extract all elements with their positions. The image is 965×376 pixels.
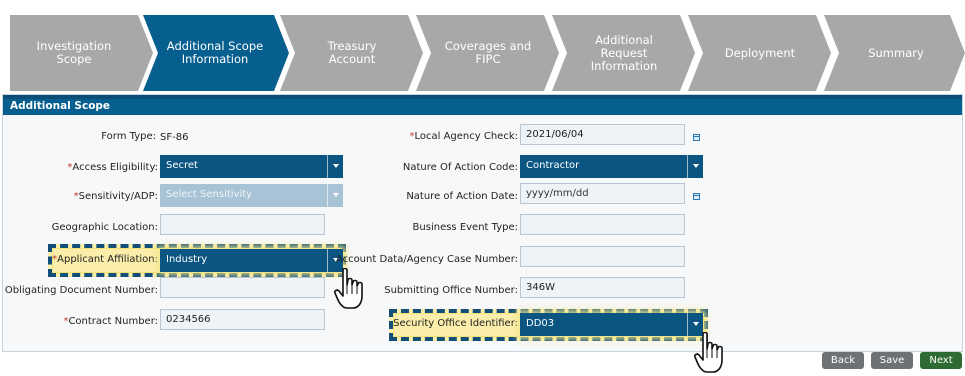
step-deployment[interactable]: Deployment: [688, 15, 831, 91]
form-type-value: SF-86: [160, 132, 189, 143]
chevron-down-icon: [327, 184, 343, 207]
step-label: Additional Request Information: [590, 32, 658, 73]
calendar-icon[interactable]: [693, 134, 700, 141]
applicant-affiliation-label: *Applicant Affiliation:: [52, 254, 158, 265]
back-button[interactable]: Back: [822, 352, 864, 369]
step-label: Coverages and FIPC: [444, 39, 532, 66]
wizard-steps: Investigation Scope Additional Scope Inf…: [10, 15, 965, 91]
step-investigation-scope[interactable]: Investigation Scope: [10, 15, 153, 91]
step-additional-request-information[interactable]: Additional Request Information: [552, 15, 695, 91]
pointing-hand-icon: [694, 332, 723, 373]
pointing-hand-icon: [334, 268, 363, 309]
calendar-icon[interactable]: [693, 193, 700, 200]
access-eligibility-label: *Access Eligibility:: [67, 162, 158, 173]
submitting-office-input[interactable]: 346W: [520, 277, 685, 298]
step-label: Deployment: [724, 45, 796, 60]
sensitivity-select[interactable]: Select Sensitivity: [160, 184, 343, 207]
geographic-location-input[interactable]: [160, 214, 325, 235]
next-button[interactable]: Next: [920, 352, 962, 369]
step-additional-scope-information[interactable]: Additional Scope Information: [143, 15, 289, 91]
account-data-label: Account Data/Agency Case Number:: [335, 254, 518, 265]
step-label: Investigation Scope: [36, 39, 112, 66]
step-label: Additional Scope Information: [166, 39, 264, 66]
form-type-label: Form Type:: [101, 131, 156, 142]
local-agency-check-label: *Local Agency Check:: [409, 131, 518, 142]
step-coverages-fipc[interactable]: Coverages and FIPC: [416, 15, 559, 91]
chevron-down-icon: [687, 155, 703, 178]
step-label: Treasury Account: [327, 39, 377, 66]
access-eligibility-select[interactable]: Secret: [160, 155, 343, 178]
step-treasury-account[interactable]: Treasury Account: [280, 15, 423, 91]
nature-of-action-date-input[interactable]: yyyy/mm/dd: [520, 183, 685, 204]
sensitivity-label: *Sensitivity/ADP:: [73, 191, 158, 202]
contract-number-input[interactable]: 0234566: [160, 309, 325, 330]
business-event-type-input[interactable]: [520, 214, 685, 235]
nature-of-action-code-select[interactable]: Contractor: [520, 155, 703, 178]
step-label: Summary: [868, 45, 924, 60]
contract-number-label: *Contract Number:: [63, 316, 158, 327]
applicant-affiliation-select[interactable]: Industry: [160, 249, 343, 272]
business-event-type-label: Business Event Type:: [412, 222, 518, 233]
security-office-label: Security Office Identifier:: [393, 318, 518, 329]
obligating-document-input[interactable]: [160, 277, 325, 298]
nature-of-action-date-label: Nature of Action Date:: [406, 191, 518, 202]
obligating-document-label: Obligating Document Number:: [4, 285, 158, 296]
panel-title: Additional Scope: [3, 95, 962, 115]
local-agency-check-input[interactable]: 2021/06/04: [520, 124, 685, 145]
account-data-input[interactable]: [520, 246, 685, 267]
step-summary[interactable]: Summary: [824, 15, 965, 91]
geographic-location-label: Geographic Location:: [51, 222, 158, 233]
submitting-office-label: Submitting Office Number:: [384, 285, 518, 296]
security-office-select[interactable]: DD03: [520, 313, 703, 336]
save-button[interactable]: Save: [871, 352, 913, 369]
chevron-down-icon: [327, 155, 343, 178]
nature-of-action-code-label: Nature Of Action Code:: [402, 162, 518, 173]
